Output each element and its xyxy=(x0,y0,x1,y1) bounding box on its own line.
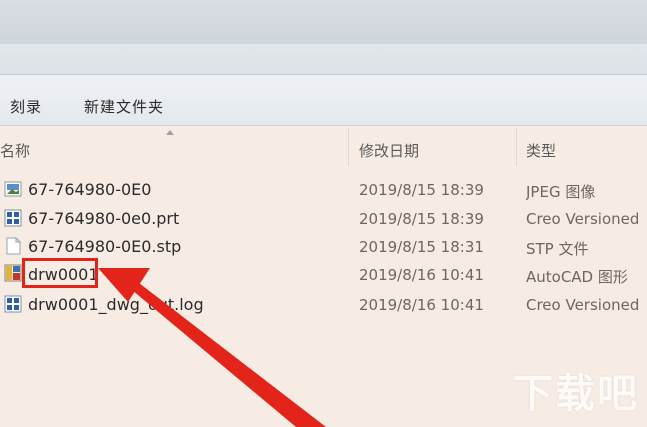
watermark-logo: 下载吧 xyxy=(513,371,639,417)
